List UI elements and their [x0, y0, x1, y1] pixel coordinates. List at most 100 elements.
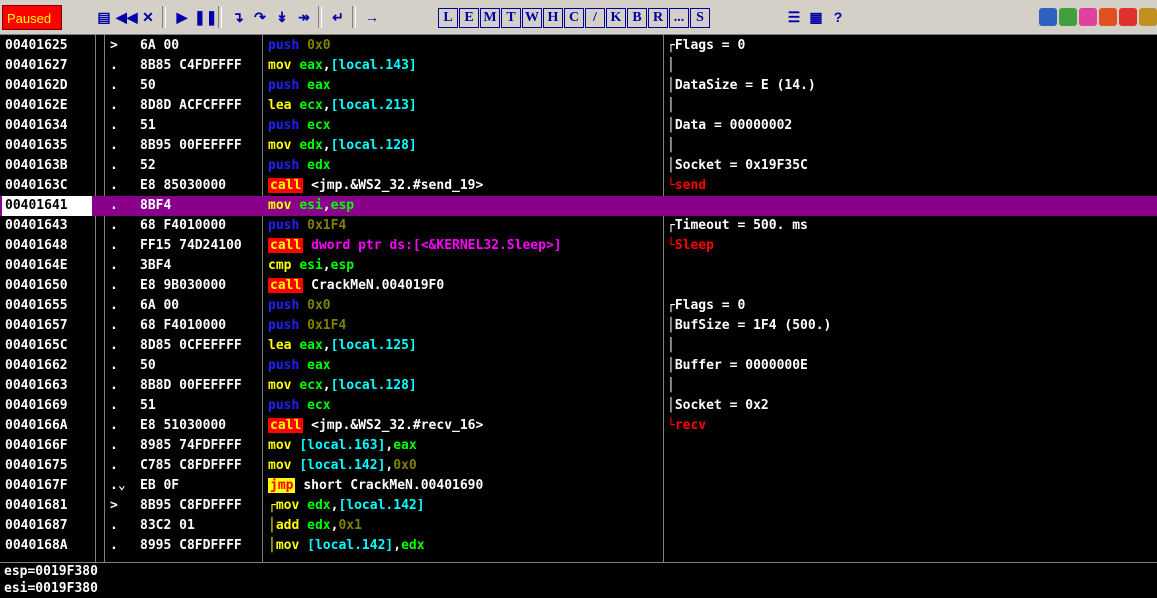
- toolbar-window-m-button[interactable]: M: [480, 8, 500, 28]
- instruction-row[interactable]: 0040163C. E8 85030000 call <jmp.&WS2_32.#s…: [0, 176, 1157, 196]
- instruction-row[interactable]: 00401648. FF15 74D24100 call dword ptr ds:…: [0, 236, 1157, 256]
- selected-instruction-row[interactable]: 00401641. 8BF4 mov esi,esp: [0, 196, 1157, 216]
- toolbar-window-w-button[interactable]: W: [522, 8, 542, 28]
- instruction-row[interactable]: 00401634. 51 push ecx │Data = 00000002: [0, 116, 1157, 136]
- instruction-row[interactable]: 0040167F .⌄ EB 0F jmp short CrackMeN.004016…: [0, 476, 1157, 496]
- instruction-text: jmp short CrackMeN.00401690: [268, 476, 663, 496]
- plugin-target-icon[interactable]: [1119, 8, 1137, 26]
- instruction-row[interactable]: 0040168A. 8995 C8FDFFFF │mov [local.142],e…: [0, 536, 1157, 556]
- instruction-row[interactable]: 0040165C. 8D85 0CFEFFFF lea eax,[local.125…: [0, 336, 1157, 356]
- instruction-text: push eax: [268, 356, 663, 376]
- toolbar-window-c-button[interactable]: C: [564, 8, 584, 28]
- trace-over-icon[interactable]: ↠: [294, 7, 314, 27]
- instruction-operand: [local.143]: [330, 58, 417, 73]
- jump-indicator: .: [110, 58, 118, 73]
- open-file-icon[interactable]: ▤: [94, 7, 114, 27]
- instruction-row[interactable]: 00401655. 6A 00 push 0x0 ┌Flags = 0: [0, 296, 1157, 316]
- step-into-icon[interactable]: ↴: [228, 7, 248, 27]
- instruction-operand: edx: [307, 158, 331, 173]
- toolbar-window-l-button[interactable]: L: [438, 8, 458, 28]
- help-icon[interactable]: ?: [828, 7, 848, 27]
- close-icon[interactable]: ✕: [138, 7, 158, 27]
- instruction-mnemonic: push: [268, 398, 300, 413]
- toolbar-window-r-button[interactable]: R: [648, 8, 668, 28]
- instruction-row[interactable]: 00401675. C785 C8FDFFFF mov [local.142],0x…: [0, 456, 1157, 476]
- toolbar-window-s-button[interactable]: S: [690, 8, 710, 28]
- plugin-blue-icon[interactable]: [1039, 8, 1057, 26]
- plugin-red-icon[interactable]: [1099, 8, 1117, 26]
- instruction-mnemonic: cmp: [268, 258, 292, 273]
- plugin-green-icon[interactable]: [1059, 8, 1077, 26]
- list-icon[interactable]: ☰: [784, 7, 804, 27]
- instruction-address: 0040167F: [5, 478, 68, 493]
- instruction-bytes: 8BF4: [140, 198, 172, 213]
- instruction-row[interactable]: 00401669. 51 push ecx │Socket = 0x2: [0, 396, 1157, 416]
- instruction-row[interactable]: 0040162E. 8D8D ACFCFFFF lea ecx,[local.213…: [0, 96, 1157, 116]
- toolbar-separator: [162, 6, 166, 28]
- instruction-row[interactable]: 00401643. 68 F4010000 push 0x1F4 ┌Timeout =…: [0, 216, 1157, 236]
- toolbar-window-b-button[interactable]: B: [627, 8, 647, 28]
- toolbar-window-slash-button[interactable]: /: [585, 8, 605, 28]
- instruction-operand: 0x1F4: [307, 318, 347, 333]
- toolbar-window-h-button[interactable]: H: [543, 8, 563, 28]
- rewind-icon[interactable]: ◀◀: [116, 7, 138, 27]
- instruction-row[interactable]: 00401662. 50 push eax │Buffer = 0000000E: [0, 356, 1157, 376]
- toolbar-window-e-button[interactable]: E: [459, 8, 479, 28]
- instruction-row[interactable]: 00401663. 8B8D 00FEFFFF mov ecx,[local.128…: [0, 376, 1157, 396]
- instruction-operand: [local.213]: [330, 98, 417, 113]
- instruction-row[interactable]: 0040166F. 8985 74FDFFFF mov [local.163],ea…: [0, 436, 1157, 456]
- instruction-comment: │: [667, 378, 675, 393]
- instruction-mnemonic: lea: [268, 98, 292, 113]
- window-button-label: R: [652, 10, 664, 25]
- instruction-row[interactable]: 00401687. 83C2 01 │add edx,0x1: [0, 516, 1157, 536]
- instruction-row[interactable]: 00401657. 68 F4010000 push 0x1F4 │BufSize =…: [0, 316, 1157, 336]
- instruction-row[interactable]: 00401625 >6A 00 push 0x0 ┌Flags = 0: [0, 36, 1157, 56]
- instruction-operand: ,: [322, 338, 331, 353]
- instruction-row[interactable]: 0040162D. 50 push eax │DataSize = E (14.): [0, 76, 1157, 96]
- instruction-bytes: 8D85 0CFEFFFF: [140, 338, 242, 353]
- instruction-row[interactable]: 00401635. 8B95 00FEFFFF mov edx,[local.128…: [0, 136, 1157, 156]
- plugin-binary-icon[interactable]: [1139, 8, 1157, 26]
- toolbar-window-more-button[interactable]: ...: [669, 8, 689, 28]
- instruction-row[interactable]: 0040166A. E8 51030000 call <jmp.&WS2_32.#r…: [0, 416, 1157, 436]
- instruction-mnemonic: ┌mov: [268, 498, 300, 513]
- step-over-icon[interactable]: ↷: [250, 7, 270, 27]
- instruction-comment: ┌Timeout = 500. ms: [667, 218, 808, 233]
- instruction-operand: esi: [299, 198, 323, 213]
- window-button-label: L: [443, 10, 453, 25]
- grid-icon[interactable]: ▦: [806, 7, 826, 27]
- instruction-mnemonic: push: [268, 118, 300, 133]
- instruction-text: lea ecx,[local.213]: [268, 96, 663, 116]
- instruction-bytes: 8995 C8FDFFFF: [140, 538, 242, 553]
- instruction-text: call <jmp.&WS2_32.#recv_16>: [268, 416, 663, 436]
- instruction-row[interactable]: 00401627. 8B85 C4FDFFFF mov eax,[local.143…: [0, 56, 1157, 76]
- toolbar-window-t-button[interactable]: T: [501, 8, 521, 28]
- toolbar-window-k-button[interactable]: K: [606, 8, 626, 28]
- instruction-comment: ┌Flags = 0: [667, 298, 746, 313]
- instruction-bytes: E8 9B030000: [140, 278, 227, 293]
- disassembly-pane[interactable]: 00401625 >6A 00 push 0x0 ┌Flags = 0 00401627…: [0, 35, 1157, 562]
- instruction-operand: ,: [322, 138, 331, 153]
- plugin-pink-icon[interactable]: [1079, 8, 1097, 26]
- jump-indicator: .: [110, 538, 118, 553]
- instruction-comment: │Data = 00000002: [667, 118, 793, 133]
- run-icon[interactable]: ▶: [172, 7, 192, 27]
- instruction-operand: [local.142]: [299, 458, 386, 473]
- instruction-row[interactable]: 00401650. E8 9B030000 call CrackMeN.004019…: [0, 276, 1157, 296]
- window-button-label: H: [547, 10, 559, 25]
- execute-till-return-icon[interactable]: ↵: [328, 7, 348, 27]
- instruction-mnemonic: push: [268, 218, 300, 233]
- instruction-text: │mov [local.142],edx: [268, 536, 663, 556]
- instruction-row[interactable]: 00401681 >8B95 C8FDFFFF ┌mov edx,[local.14…: [0, 496, 1157, 516]
- go-to-icon[interactable]: →: [362, 7, 382, 27]
- instruction-comment: │DataSize = E (14.): [667, 78, 816, 93]
- instruction-bytes: FF15 74D24100: [140, 238, 242, 253]
- instruction-text: ┌mov edx,[local.142]: [268, 496, 663, 516]
- pause-icon[interactable]: ❚❚: [194, 7, 217, 27]
- instruction-row[interactable]: 0040163B. 52 push edx │Socket = 0x19F35C: [0, 156, 1157, 176]
- instruction-bytes: 8B8D 00FEFFFF: [140, 378, 242, 393]
- instruction-row[interactable]: 0040164E. 3BF4 cmp esi,esp: [0, 256, 1157, 276]
- trace-into-icon[interactable]: ↡: [272, 7, 292, 27]
- instruction-bytes: 8B85 C4FDFFFF: [140, 58, 242, 73]
- instruction-text: push eax: [268, 76, 663, 96]
